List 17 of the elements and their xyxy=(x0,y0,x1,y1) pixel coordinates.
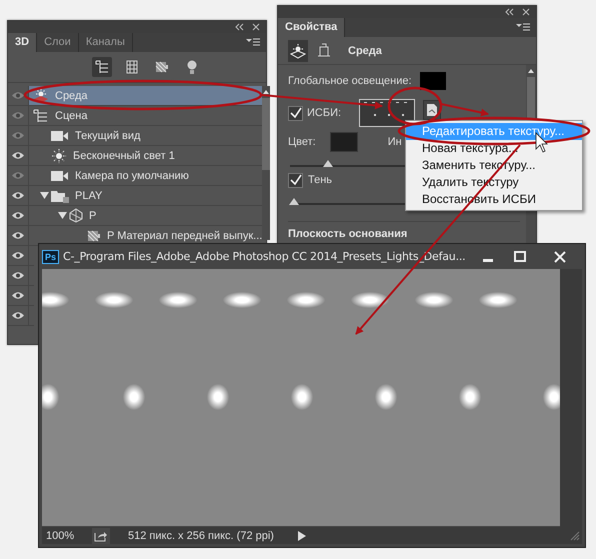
layer-name: PLAY xyxy=(75,190,102,202)
field-label: Ин xyxy=(388,136,402,148)
layer-name: Камера по умолчанию xyxy=(75,170,189,182)
layer-name: Бесконечный свет 1 xyxy=(73,150,175,162)
layer-name: Текущий вид xyxy=(75,130,140,142)
layer-name: Сцена xyxy=(55,110,88,122)
app-badge: Ps xyxy=(42,250,60,264)
checkbox-label: ИСБИ: xyxy=(307,107,342,119)
field-label: Цвет: xyxy=(288,136,316,148)
layer-name: P Материал передней выпук... xyxy=(107,230,262,242)
layer-name: P xyxy=(89,210,96,222)
field-label: Глобальное освещение: xyxy=(288,75,412,87)
document-info: 512 пикс. x 256 пикс. (72 ppi) xyxy=(128,530,274,542)
properties-title: Среда xyxy=(348,44,382,56)
layer-name: Среда xyxy=(55,90,88,102)
checkbox-label: Тень xyxy=(308,174,332,186)
section-heading: Плоскость основания xyxy=(288,221,520,240)
